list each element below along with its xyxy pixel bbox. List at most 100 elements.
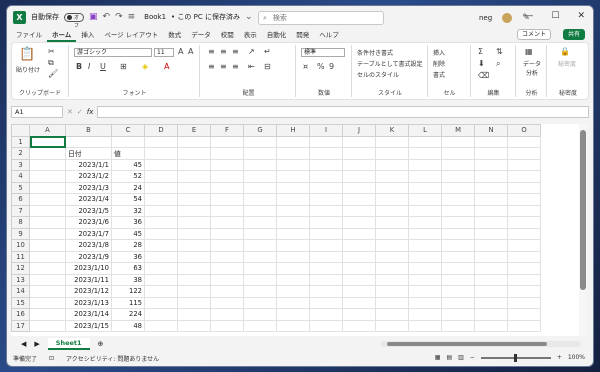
comma-icon[interactable]: 9 <box>329 62 334 71</box>
cell-a13[interactable] <box>29 273 66 286</box>
spreadsheet-grid[interactable]: ABCDEFGHIJKLMNO 1 2 日付値 3 2023/1/1 45 4 2023/1/… <box>11 124 583 336</box>
cell-g7[interactable] <box>243 204 277 217</box>
cell-o15[interactable] <box>507 296 541 309</box>
row-header[interactable]: 8 <box>11 216 30 229</box>
column-header-i[interactable]: I <box>309 124 343 137</box>
cell-a3[interactable] <box>29 158 66 171</box>
cell-f6[interactable] <box>210 193 244 206</box>
prev-sheet-icon[interactable]: ◀ <box>21 340 26 348</box>
copy-icon[interactable]: ⧉ <box>48 58 54 68</box>
cell-n7[interactable] <box>474 204 508 217</box>
indent-icon[interactable]: ⇤ <box>248 62 255 71</box>
cancel-icon[interactable]: ✕ <box>67 108 73 116</box>
column-header-k[interactable]: K <box>375 124 409 137</box>
increase-font-icon[interactable]: A <box>178 47 183 56</box>
cell-f4[interactable] <box>210 170 244 183</box>
cell-k16[interactable] <box>375 308 409 321</box>
wrap-text-icon[interactable]: ↵ <box>264 47 271 56</box>
cell-m4[interactable] <box>441 170 475 183</box>
cell-h6[interactable] <box>276 193 310 206</box>
cell-m14[interactable] <box>441 285 475 298</box>
cell-j16[interactable] <box>342 308 376 321</box>
cell-i7[interactable] <box>309 204 343 217</box>
customize-qat-icon[interactable]: ≡ <box>128 12 136 22</box>
column-header-a[interactable]: A <box>29 124 66 137</box>
cell-f9[interactable] <box>210 227 244 240</box>
cell-h7[interactable] <box>276 204 310 217</box>
cell-e6[interactable] <box>177 193 211 206</box>
cell-o8[interactable] <box>507 216 541 229</box>
cell-m3[interactable] <box>441 158 475 171</box>
sort-filter-icon[interactable]: ⇅ <box>496 47 503 56</box>
align-right-icon[interactable]: ≡ <box>232 62 239 71</box>
cell-d9[interactable] <box>144 227 178 240</box>
cell-k10[interactable] <box>375 239 409 252</box>
cell-l12[interactable] <box>408 262 442 275</box>
cell-m17[interactable] <box>441 319 475 332</box>
find-icon[interactable]: ⌕ <box>496 59 500 69</box>
cell-b8[interactable]: 2023/1/6 <box>65 216 112 229</box>
column-header-e[interactable]: E <box>177 124 211 137</box>
cell-c5[interactable]: 24 <box>111 181 145 194</box>
cell-k17[interactable] <box>375 319 409 332</box>
cell-c17[interactable]: 48 <box>111 319 145 332</box>
cell-m11[interactable] <box>441 250 475 263</box>
cell-n6[interactable] <box>474 193 508 206</box>
align-top-icon[interactable]: ≡ <box>208 47 215 56</box>
cell-e8[interactable] <box>177 216 211 229</box>
cell-b2[interactable]: 日付 <box>65 147 112 160</box>
cell-j10[interactable] <box>342 239 376 252</box>
row-header[interactable]: 6 <box>11 193 30 206</box>
cell-j3[interactable] <box>342 158 376 171</box>
row-header[interactable]: 4 <box>11 170 30 183</box>
cell-k15[interactable] <box>375 296 409 309</box>
cell-o1[interactable] <box>507 135 541 148</box>
cell-n3[interactable] <box>474 158 508 171</box>
row-header[interactable]: 13 <box>11 273 30 286</box>
currency-icon[interactable]: ¤ <box>303 62 308 71</box>
add-sheet-icon[interactable]: ⊕ <box>98 340 104 348</box>
cell-m5[interactable] <box>441 181 475 194</box>
column-header-f[interactable]: F <box>210 124 244 137</box>
cell-g10[interactable] <box>243 239 277 252</box>
cell-b4[interactable]: 2023/1/2 <box>65 170 112 183</box>
insert-cells-button[interactable]: 挿入 <box>433 48 445 57</box>
tab-formulas[interactable]: 数式 <box>163 28 186 42</box>
cell-m8[interactable] <box>441 216 475 229</box>
cell-f16[interactable] <box>210 308 244 321</box>
cell-f2[interactable] <box>210 147 244 160</box>
cell-g2[interactable] <box>243 147 277 160</box>
cell-e3[interactable] <box>177 158 211 171</box>
row-header[interactable]: 14 <box>11 285 30 298</box>
row-header[interactable]: 3 <box>11 158 30 171</box>
cell-f7[interactable] <box>210 204 244 217</box>
cell-l1[interactable] <box>408 135 442 148</box>
cell-o4[interactable] <box>507 170 541 183</box>
tab-developer[interactable]: 開発 <box>291 28 314 42</box>
cell-l10[interactable] <box>408 239 442 252</box>
cell-e7[interactable] <box>177 204 211 217</box>
cell-h3[interactable] <box>276 158 310 171</box>
cell-a11[interactable] <box>29 250 66 263</box>
cell-b3[interactable]: 2023/1/1 <box>65 158 112 171</box>
cell-e16[interactable] <box>177 308 211 321</box>
cell-d7[interactable] <box>144 204 178 217</box>
cell-j9[interactable] <box>342 227 376 240</box>
cell-c16[interactable]: 224 <box>111 308 145 321</box>
cell-l5[interactable] <box>408 181 442 194</box>
cell-a9[interactable] <box>29 227 66 240</box>
cell-m10[interactable] <box>441 239 475 252</box>
page-break-view-icon[interactable]: ▥ <box>458 354 464 361</box>
undo-icon[interactable]: ↶ <box>103 12 111 22</box>
column-header-g[interactable]: G <box>243 124 277 137</box>
cell-b7[interactable]: 2023/1/5 <box>65 204 112 217</box>
cell-l7[interactable] <box>408 204 442 217</box>
cell-i9[interactable] <box>309 227 343 240</box>
cell-m16[interactable] <box>441 308 475 321</box>
cell-b9[interactable]: 2023/1/7 <box>65 227 112 240</box>
cell-c13[interactable]: 38 <box>111 273 145 286</box>
page-layout-view-icon[interactable]: ▤ <box>446 354 452 361</box>
cell-c8[interactable]: 36 <box>111 216 145 229</box>
cell-e10[interactable] <box>177 239 211 252</box>
cell-b17[interactable]: 2023/1/15 <box>65 319 112 332</box>
